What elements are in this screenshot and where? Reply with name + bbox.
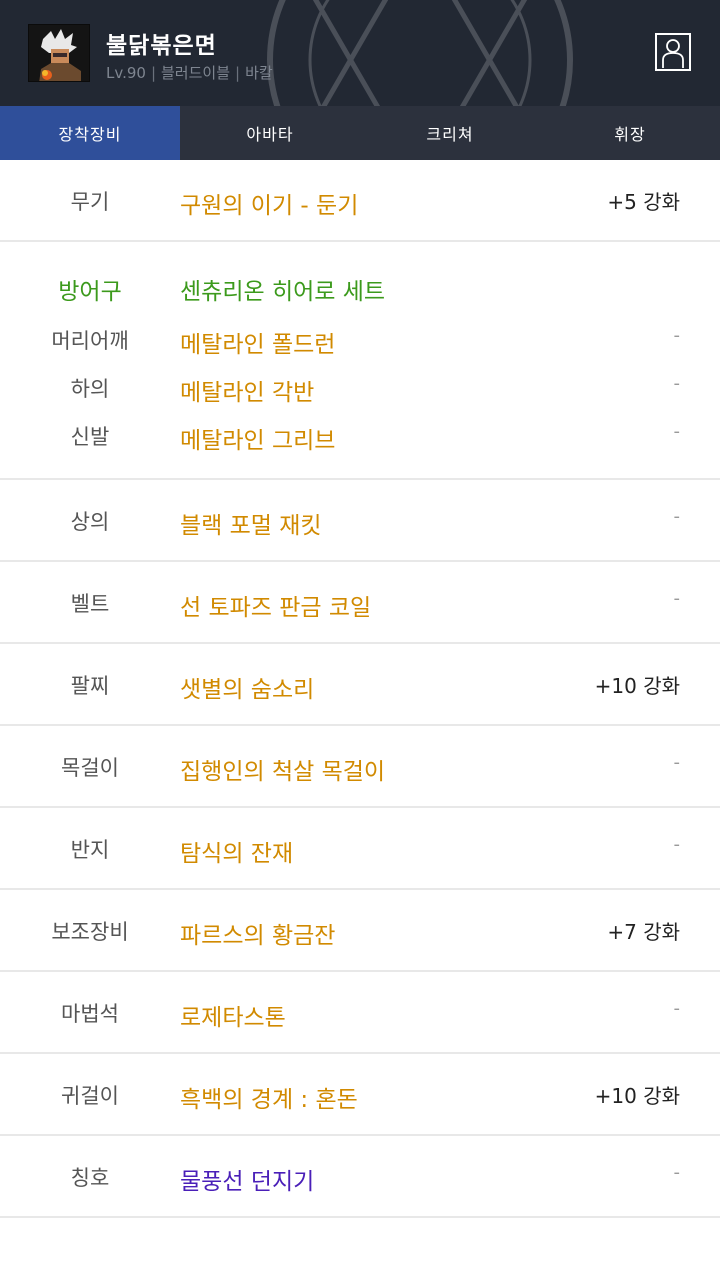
slot-label: 칭호 — [70, 1166, 110, 1190]
equipment-row-subweapon[interactable]: 보조장비 파르스의 황금잔 +7 강화 — [0, 890, 720, 972]
enhance-level: - — [673, 834, 681, 855]
equipment-row-ring[interactable]: 반지 탐식의 잔재 - — [0, 808, 720, 890]
item-name: 블랙 포멀 재킷 — [180, 513, 322, 539]
enhance-level: - — [673, 506, 681, 527]
equipment-row-title[interactable]: 칭호 물풍선 던지기 - — [0, 1136, 720, 1218]
slot-label: 머리어깨 — [51, 329, 129, 353]
character-header: 불닭볶은면 Lv.90 | 블러드이블 | 바칼 — [0, 0, 720, 106]
equipment-row-earring[interactable]: 귀걸이 흑백의 경계 : 혼돈 +10 강화 — [0, 1054, 720, 1136]
item-name: 메탈라인 폴드런 — [180, 332, 336, 358]
enhance-level: - — [673, 588, 681, 609]
slot-label: 귀걸이 — [61, 1084, 119, 1108]
slot-label: 무기 — [70, 190, 110, 214]
tab-avatar[interactable]: 아바타 — [180, 106, 360, 160]
slot-label: 벨트 — [70, 592, 110, 616]
character-level: Lv.90 — [106, 64, 146, 82]
enhance-level: - — [673, 1162, 681, 1183]
character-class: 블러드이블 — [161, 64, 231, 82]
item-name: 흑백의 경계 : 혼돈 — [180, 1087, 358, 1113]
slot-label: 보조장비 — [51, 920, 129, 944]
person-icon — [662, 39, 684, 68]
info-separator: | — [150, 64, 156, 82]
enhance-level: +10 강화 — [594, 674, 680, 698]
item-name: 탐식의 잔재 — [180, 841, 294, 867]
slot-label: 팔찌 — [70, 674, 110, 698]
item-name: 물풍선 던지기 — [180, 1169, 315, 1195]
slot-label: 상의 — [70, 510, 110, 534]
enhance-level: +5 강화 — [607, 190, 680, 214]
profile-button[interactable] — [655, 33, 691, 71]
enhance-level: - — [673, 373, 681, 394]
enhance-level: - — [673, 325, 681, 346]
equipment-row-top[interactable]: 상의 블랙 포멀 재킷 - — [0, 480, 720, 562]
item-name: 구원의 이기 - 둔기 — [180, 193, 359, 219]
slot-label: 반지 — [70, 838, 110, 862]
set-name: 센츄리온 히어로 세트 — [180, 279, 386, 305]
slot-label: 목걸이 — [61, 756, 119, 780]
character-info: Lv.90 | 블러드이블 | 바칼 — [106, 62, 273, 83]
info-separator: | — [235, 64, 241, 82]
item-name: 파르스의 황금잔 — [180, 923, 336, 949]
slot-label: 하의 — [70, 377, 110, 401]
item-name: 메탈라인 각반 — [180, 380, 315, 406]
item-name: 샛별의 숨소리 — [180, 677, 315, 703]
armor-piece-row[interactable]: 머리어깨 메탈라인 폴드런 - — [0, 321, 720, 361]
armor-piece-row[interactable]: 신발 메탈라인 그리브 - — [0, 417, 720, 457]
equipment-tabs: 장착장비 아바타 크리쳐 휘장 — [0, 106, 720, 160]
tab-insignia[interactable]: 휘장 — [540, 106, 720, 160]
slot-label: 방어구 — [58, 279, 122, 305]
enhance-level: +7 강화 — [607, 920, 680, 944]
equipment-row-necklace[interactable]: 목걸이 집행인의 척살 목걸이 - — [0, 726, 720, 808]
enhance-level: - — [673, 998, 681, 1019]
character-server: 바칼 — [245, 64, 273, 82]
equipment-row-weapon[interactable]: 무기 구원의 이기 - 둔기 +5 강화 — [0, 160, 720, 242]
tab-equipped[interactable]: 장착장비 — [0, 106, 180, 160]
equipment-row-belt[interactable]: 벨트 선 토파즈 판금 코일 - — [0, 562, 720, 644]
armor-set-row[interactable]: 방어구 센츄리온 히어로 세트 — [0, 268, 720, 308]
equipment-row-bracelet[interactable]: 팔찌 샛별의 숨소리 +10 강화 — [0, 644, 720, 726]
equipment-row-magicstone[interactable]: 마법석 로제타스톤 - — [0, 972, 720, 1054]
equipment-group-armor: 방어구 센츄리온 히어로 세트 머리어깨 메탈라인 폴드런 - 하의 메탈라인 … — [0, 242, 720, 480]
armor-piece-row[interactable]: 하의 메탈라인 각반 - — [0, 369, 720, 409]
enhance-level: - — [673, 752, 681, 773]
tab-creature[interactable]: 크리쳐 — [360, 106, 540, 160]
character-portrait-icon — [29, 25, 89, 81]
emblem-pattern-icon — [267, 0, 573, 106]
item-name: 로제타스톤 — [180, 1005, 286, 1031]
equipment-list: 무기 구원의 이기 - 둔기 +5 강화 방어구 센츄리온 히어로 세트 머리어… — [0, 160, 720, 1218]
item-name: 선 토파즈 판금 코일 — [180, 595, 372, 621]
slot-label: 신발 — [70, 425, 110, 449]
item-name: 메탈라인 그리브 — [180, 428, 336, 454]
item-name: 집행인의 척살 목걸이 — [180, 759, 386, 785]
character-name: 불닭볶은면 — [106, 33, 217, 59]
avatar — [28, 24, 90, 82]
enhance-level: - — [673, 421, 681, 442]
slot-label: 마법석 — [61, 1002, 119, 1026]
enhance-level: +10 강화 — [594, 1084, 680, 1108]
